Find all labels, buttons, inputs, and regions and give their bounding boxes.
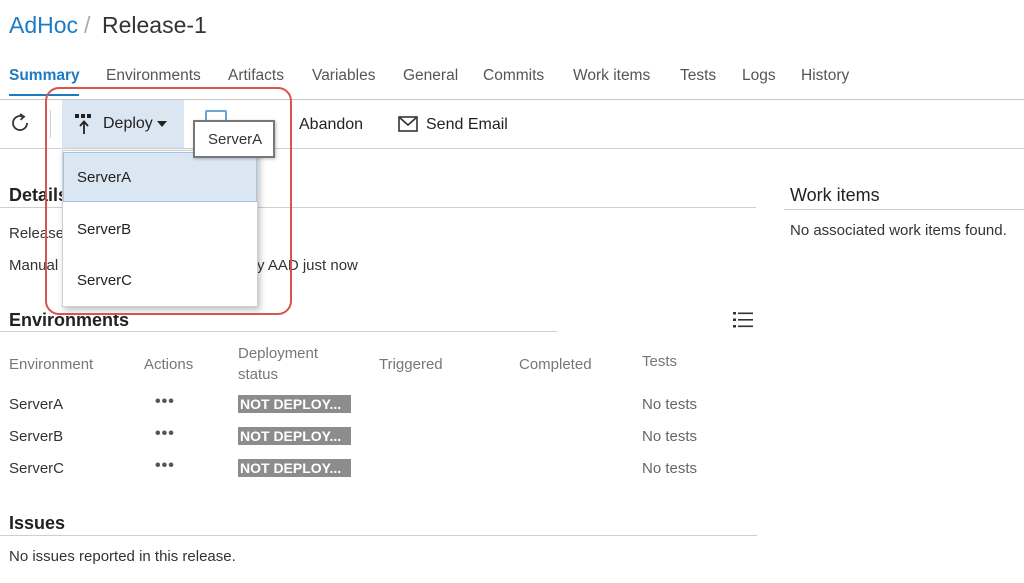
tab-tests[interactable]: Tests (680, 67, 716, 85)
tab-commits[interactable]: Commits (483, 67, 544, 85)
work-items-heading: Work items (790, 185, 880, 205)
column-header-tests[interactable]: Tests (642, 353, 677, 370)
environment-name[interactable]: ServerB (9, 428, 63, 445)
issues-divider (0, 535, 757, 536)
environments-divider (0, 331, 557, 332)
column-header-deployment[interactable]: Deployment (238, 345, 318, 362)
abandon-button[interactable]: Abandon (299, 116, 363, 134)
tests-value: No tests (642, 460, 698, 477)
environment-name[interactable]: ServerA (9, 396, 63, 413)
more-actions-icon[interactable]: ••• (155, 457, 175, 475)
work-items-empty-text: No associated work items found. (790, 222, 1007, 239)
environment-name[interactable]: ServerC (9, 460, 64, 477)
issues-heading: Issues (9, 513, 66, 533)
refresh-icon[interactable] (8, 111, 32, 135)
column-header-status[interactable]: status (238, 366, 278, 383)
mail-icon[interactable] (398, 116, 418, 132)
highlight-annotation (45, 87, 292, 315)
tab-variables[interactable]: Variables (312, 67, 375, 85)
tab-summary[interactable]: Summary (9, 67, 80, 85)
column-header-completed[interactable]: Completed (519, 356, 592, 373)
column-header-actions[interactable]: Actions (144, 356, 193, 373)
tab-artifacts[interactable]: Artifacts (228, 67, 284, 85)
tab-environments[interactable]: Environments (106, 67, 201, 85)
breadcrumb-project[interactable]: AdHoc (9, 12, 78, 39)
issues-empty-text: No issues reported in this release. (9, 548, 236, 565)
tab-history[interactable]: History (801, 67, 849, 85)
work-items-divider (784, 209, 1024, 210)
status-badge: NOT DEPLOY... (238, 427, 351, 445)
status-badge: NOT DEPLOY... (238, 459, 351, 477)
send-email-button[interactable]: Send Email (426, 116, 508, 134)
column-header-triggered[interactable]: Triggered (379, 356, 443, 373)
more-actions-icon[interactable]: ••• (155, 425, 175, 443)
tests-value: No tests (642, 396, 698, 413)
tab-general[interactable]: General (403, 67, 458, 85)
status-badge: NOT DEPLOY... (238, 395, 351, 413)
breadcrumb-separator: / (84, 12, 91, 38)
tab-work-items[interactable]: Work items (573, 67, 650, 85)
tests-value: No tests (642, 428, 698, 445)
more-actions-icon[interactable]: ••• (155, 393, 175, 411)
list-view-icon[interactable] (733, 311, 753, 329)
page-title: Release-1 (102, 12, 207, 38)
column-header-environment[interactable]: Environment (9, 356, 93, 373)
tab-logs[interactable]: Logs (742, 67, 776, 85)
